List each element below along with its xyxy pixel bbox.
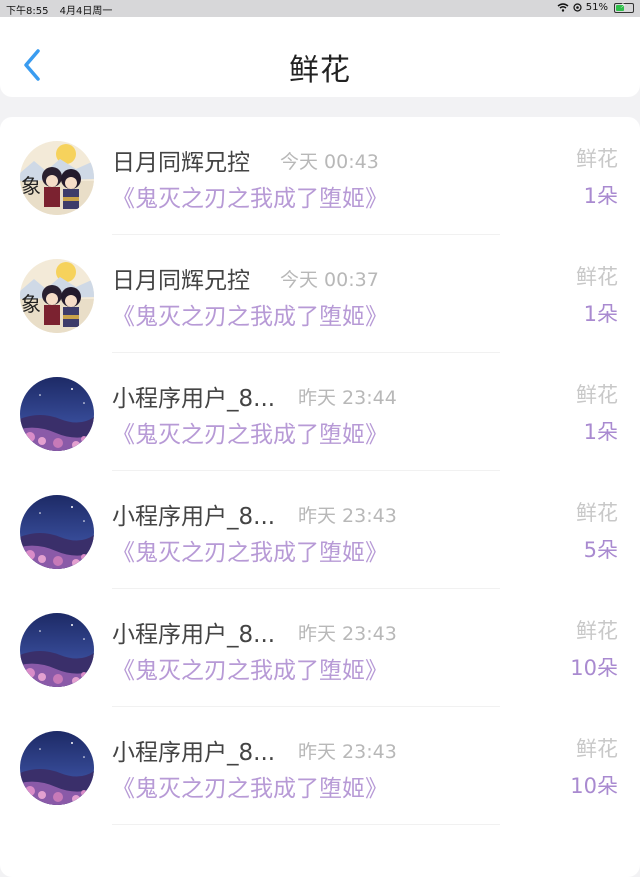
book-title-link[interactable]: 《鬼灭之刃之我成了堕姬》 [112,415,388,449]
nav-bar: 鲜花 [0,17,640,97]
list-item[interactable]: 小程序用户_8... 昨天 23:43 《鬼灭之刃之我成了堕姬》 鲜花 10朵 [0,589,640,707]
gift-type: 鲜花 [576,265,618,289]
book-title-link[interactable]: 《鬼灭之刃之我成了堕姬》 [112,533,388,567]
book-title-link[interactable]: 《鬼灭之刃之我成了堕姬》 [112,769,388,803]
book-title-link[interactable]: 《鬼灭之刃之我成了堕姬》 [112,297,388,331]
user-name: 小程序用户_8... [112,622,276,648]
status-left: 下午8:55 4月4日周一 [6,2,120,17]
user-name: 小程序用户_8... [112,386,276,412]
page-title: 鲜花 [289,53,351,88]
avatar[interactable] [20,495,94,569]
location-icon [573,3,582,12]
gift-quantity: 10朵 [570,774,618,798]
status-time: 下午8:55 [6,6,49,17]
status-right: 51% ⚡ [557,0,634,13]
avatar[interactable]: 象 [20,141,94,215]
avatar[interactable] [20,377,94,451]
gift-type: 鲜花 [576,501,618,525]
book-title-link[interactable]: 《鬼灭之刃之我成了堕姬》 [112,179,388,213]
battery-percent: 51% [585,2,608,13]
timestamp: 昨天 23:44 [298,387,397,409]
avatar[interactable]: 象 [20,259,94,333]
user-name: 小程序用户_8... [112,740,276,766]
gift-type: 鲜花 [576,737,618,761]
list-item[interactable]: 象 日月同辉兄控 今天 00:43 《鬼灭之刃之我成了堕姬》 鲜花 1朵 [0,117,640,235]
user-name: 日月同辉兄控 [112,268,250,294]
user-name: 小程序用户_8... [112,504,276,530]
gift-quantity: 10朵 [570,656,618,680]
user-name: 日月同辉兄控 [112,150,250,176]
gift-quantity: 5朵 [583,538,618,562]
charging-bolt-icon: ⚡ [620,0,627,11]
timestamp: 今天 00:37 [280,269,379,291]
gift-type: 鲜花 [576,383,618,407]
timestamp: 昨天 23:43 [298,505,397,527]
gift-quantity: 1朵 [583,302,618,326]
gift-record-list: 象 日月同辉兄控 今天 00:43 《鬼灭之刃之我成了堕姬》 鲜花 1朵 象 日月同辉兄… [0,117,640,877]
wifi-icon [557,3,569,12]
svg-text:象: 象 [21,292,41,316]
battery-icon: ⚡ [614,0,634,13]
list-item[interactable]: 象 日月同辉兄控 今天 00:37 《鬼灭之刃之我成了堕姬》 鲜花 1朵 [0,235,640,353]
book-title-link[interactable]: 《鬼灭之刃之我成了堕姬》 [112,651,388,685]
timestamp: 昨天 23:43 [298,623,397,645]
gift-type: 鲜花 [576,147,618,171]
status-bar: 下午8:55 4月4日周一 51% ⚡ [0,0,640,17]
gift-quantity: 1朵 [583,420,618,444]
gift-type: 鲜花 [576,619,618,643]
list-item[interactable]: 小程序用户_8... 昨天 23:43 《鬼灭之刃之我成了堕姬》 鲜花 10朵 [0,707,640,825]
status-date: 4月4日周一 [59,6,113,17]
avatar[interactable] [20,731,94,805]
gift-quantity: 1朵 [583,184,618,208]
timestamp: 今天 00:43 [280,151,379,173]
svg-text:象: 象 [21,174,41,198]
timestamp: 昨天 23:43 [298,741,397,763]
row-divider [112,824,500,825]
avatar[interactable] [20,613,94,687]
list-item[interactable]: 小程序用户_8... 昨天 23:44 《鬼灭之刃之我成了堕姬》 鲜花 1朵 [0,353,640,471]
list-item[interactable]: 小程序用户_8... 昨天 23:43 《鬼灭之刃之我成了堕姬》 鲜花 5朵 [0,471,640,589]
